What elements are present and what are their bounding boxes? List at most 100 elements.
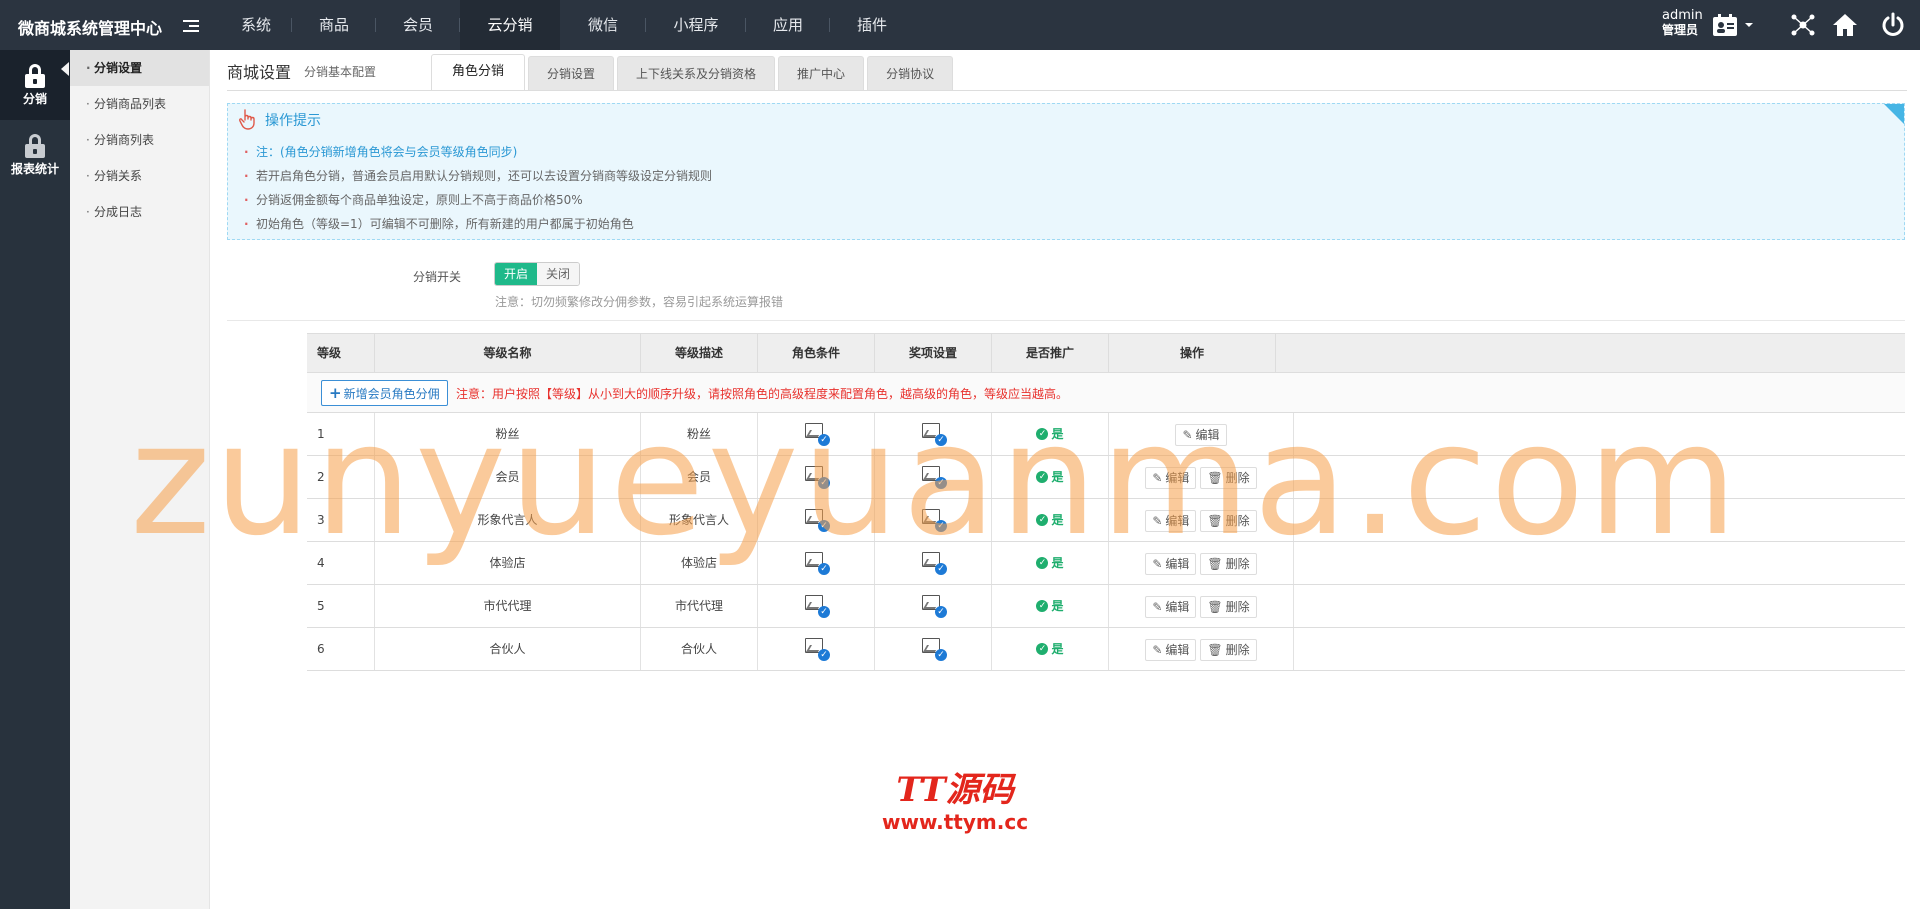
power-icon[interactable] (1880, 12, 1906, 38)
trash-icon: 🗑 (1207, 470, 1223, 485)
user-card-icon[interactable] (1712, 12, 1738, 38)
config-check-icon[interactable]: ✓ (922, 637, 947, 661)
switch-off-option[interactable]: 关闭 (537, 263, 579, 285)
edit-button[interactable]: ✎ 编辑 (1145, 638, 1197, 661)
config-check-icon[interactable]: ✓ (922, 594, 947, 618)
promote-status: ✓ 是 (1036, 642, 1064, 656)
desc-cell: 体验店 (680, 556, 717, 570)
hand-pointer-icon (239, 109, 255, 130)
distribution-switch-label: 分销开关 (413, 270, 462, 284)
delete-button[interactable]: 🗑 删除 (1200, 509, 1257, 532)
config-check-icon[interactable]: ✓ (805, 422, 830, 446)
table-cell: 4 (307, 542, 375, 584)
delete-button[interactable]: 🗑 删除 (1200, 595, 1257, 618)
config-check-icon[interactable]: ✓ (805, 508, 830, 532)
tab-relations-qualification[interactable]: 上下线关系及分销资格 (617, 56, 776, 90)
table-row: 5 市代代理 市代代理 ✓ ✓ ✓ 是 ✎ 编辑 🗑 删除 (307, 585, 1905, 628)
home-icon[interactable] (1832, 12, 1858, 38)
config-check-icon[interactable]: ✓ (805, 637, 830, 661)
nav-item-miniprogram[interactable]: 小程序 (646, 0, 746, 50)
edit-button[interactable]: ✎ 编辑 (1145, 466, 1197, 489)
tips-title: 操作提示 (265, 113, 321, 129)
tip-item: 分销返佣金额每个商品单独设定，原则上不高于商品价格50% (244, 188, 712, 212)
brand-title: 微商城系统管理中心 (18, 19, 163, 38)
table-cell: ✓ (758, 413, 875, 455)
name-cell: 合伙人 (489, 642, 526, 656)
table-cell: ✓ 是 (992, 628, 1109, 670)
tab-role-distribution[interactable]: 角色分销 (431, 54, 526, 90)
edit-icon: ✎ (1152, 513, 1163, 528)
desc-cell: 市代代理 (674, 599, 723, 613)
table-cell: 市代代理 (375, 585, 641, 627)
name-cell: 粉丝 (495, 427, 520, 441)
trash-icon: 🗑 (1207, 642, 1223, 657)
config-check-icon[interactable]: ✓ (922, 422, 947, 446)
left-sidebar: 分销 报表统计 (0, 50, 70, 909)
tab-promotion-center[interactable]: 推广中心 (778, 56, 865, 90)
add-role-button[interactable]: + 新增会员角色分佣 (321, 380, 448, 406)
level-cell: 4 (317, 556, 325, 570)
nav-item-system[interactable]: 系统 (220, 0, 292, 50)
table-cell: ✓ (875, 585, 992, 627)
nav-item-member[interactable]: 会员 (376, 0, 460, 50)
distribution-switch[interactable]: 开启 关闭 (494, 262, 580, 286)
table-cell: 6 (307, 628, 375, 670)
promote-status: ✓ 是 (1036, 470, 1064, 484)
table-row: 3 形象代言人 形象代言人 ✓ ✓ ✓ 是 ✎ 编辑 🗑 删除 (307, 499, 1905, 542)
menu-toggle-icon[interactable] (183, 20, 199, 34)
submenu-item-commission-log[interactable]: 分成日志 (70, 194, 209, 230)
promote-status: ✓ 是 (1036, 556, 1064, 570)
switch-on-option[interactable]: 开启 (495, 263, 537, 285)
delete-button[interactable]: 🗑 删除 (1200, 638, 1257, 661)
table-cell: ✓ 是 (992, 499, 1109, 541)
delete-button[interactable]: 🗑 删除 (1200, 466, 1257, 489)
table-cell: ✓ (875, 542, 992, 584)
nav-item-plugins[interactable]: 插件 (830, 0, 914, 50)
nav-item-goods[interactable]: 商品 (292, 0, 376, 50)
network-icon[interactable] (1790, 12, 1816, 38)
tab-distribution-agreement[interactable]: 分销协议 (867, 56, 954, 90)
table-cell: 5 (307, 585, 375, 627)
collapse-corner-icon[interactable] (1884, 104, 1904, 124)
check-circle-icon: ✓ (1036, 556, 1049, 569)
section-divider (227, 320, 1905, 321)
sidebar-item-distribution[interactable]: 分销 (0, 50, 70, 120)
tab-divider (227, 90, 1907, 91)
check-circle-icon: ✓ (1036, 599, 1049, 612)
config-check-icon[interactable]: ✓ (922, 465, 947, 489)
level-cell: 2 (317, 470, 325, 484)
main-nav: 系统 商品 会员 云分销 微信 小程序 应用 插件 (220, 0, 914, 50)
name-cell: 形象代言人 (477, 513, 538, 527)
column-header: 奖项设置 (875, 334, 992, 372)
nav-item-distribution[interactable]: 云分销 (460, 0, 560, 50)
tab-distribution-settings[interactable]: 分销设置 (528, 56, 615, 90)
config-check-icon[interactable]: ✓ (922, 508, 947, 532)
submenu-item-distribution-settings[interactable]: 分销设置 (61, 50, 209, 86)
desc-cell: 合伙人 (680, 642, 717, 656)
config-check-icon[interactable]: ✓ (805, 551, 830, 575)
config-check-icon[interactable]: ✓ (805, 465, 830, 489)
name-cell: 市代代理 (483, 599, 532, 613)
nav-item-apps[interactable]: 应用 (746, 0, 830, 50)
submenu-item-relations[interactable]: 分销关系 (70, 158, 209, 194)
edit-button[interactable]: ✎ 编辑 (1145, 595, 1197, 618)
submenu-item-distribution-goods[interactable]: 分销商品列表 (70, 86, 209, 122)
edit-button[interactable]: ✎ 编辑 (1145, 552, 1197, 575)
edit-button[interactable]: ✎ 编辑 (1175, 423, 1227, 446)
chevron-down-icon[interactable] (1744, 20, 1754, 30)
check-circle-icon: ✓ (1036, 470, 1049, 483)
column-header: 操作 (1109, 334, 1276, 372)
plus-icon: + (329, 384, 342, 402)
sidebar-item-reports[interactable]: 报表统计 (0, 120, 70, 190)
table-cell: ✓ 是 (992, 456, 1109, 498)
config-check-icon[interactable]: ✓ (922, 551, 947, 575)
delete-button[interactable]: 🗑 删除 (1200, 552, 1257, 575)
table-cell: ✓ (758, 585, 875, 627)
nav-item-wechat[interactable]: 微信 (560, 0, 646, 50)
table-cell: ✓ (758, 542, 875, 584)
config-check-icon[interactable]: ✓ (805, 594, 830, 618)
table-cell: 粉丝 (641, 413, 758, 455)
edit-button[interactable]: ✎ 编辑 (1145, 509, 1197, 532)
submenu-item-distributors[interactable]: 分销商列表 (70, 122, 209, 158)
edit-icon: ✎ (1182, 427, 1193, 442)
